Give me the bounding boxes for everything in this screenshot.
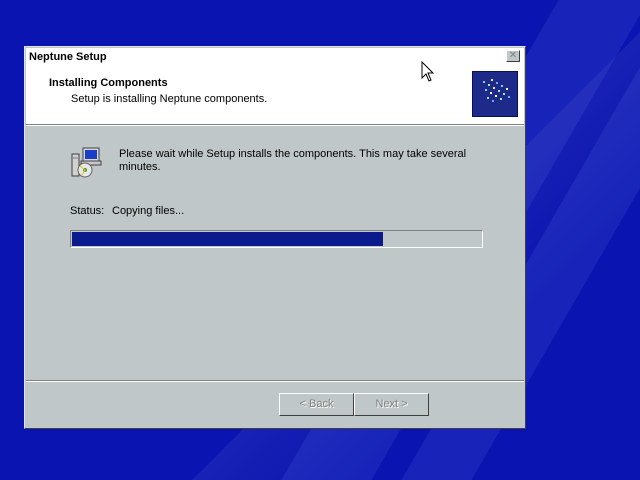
neptune-logo-icon — [472, 71, 518, 117]
instruction-text: Please wait while Setup installs the com… — [119, 148, 467, 173]
logo-dot — [490, 92, 492, 94]
status-value: Copying files... — [112, 205, 185, 217]
logo-dot — [492, 100, 494, 102]
close-icon: ✕ — [508, 50, 518, 61]
logo-dot — [485, 89, 487, 91]
logo-dot — [483, 81, 485, 83]
progress-bar — [70, 230, 483, 248]
logo-dot — [501, 85, 503, 87]
logo-dot — [508, 96, 510, 98]
wizard-header: Installing Components Setup is installin… — [26, 66, 524, 125]
logo-dot — [496, 82, 498, 84]
setup-window: Neptune Setup ✕ Installing Components Se… — [24, 46, 526, 429]
next-button[interactable]: Next > — [354, 393, 429, 416]
logo-dot — [487, 97, 489, 99]
computer-with-cd-icon — [69, 146, 103, 180]
page-subtitle: Setup is installing Neptune components. — [71, 93, 268, 105]
logo-dot — [503, 93, 505, 95]
status-label: Status: — [70, 205, 105, 217]
page-title: Installing Components — [49, 77, 168, 89]
logo-dot — [491, 79, 493, 81]
logo-dot — [506, 88, 508, 90]
mouse-pointer-icon — [421, 60, 435, 83]
logo-dot — [488, 84, 490, 86]
logo-dot — [495, 95, 497, 97]
logo-dot — [500, 98, 502, 100]
header-divider — [26, 125, 524, 126]
title-bar[interactable]: Neptune Setup ✕ — [26, 48, 524, 66]
close-button[interactable]: ✕ — [506, 50, 520, 62]
back-button[interactable]: < Back — [279, 393, 354, 416]
footer-divider — [26, 380, 524, 382]
progress-fill — [72, 232, 383, 246]
logo-dot — [498, 90, 500, 92]
logo-dot — [493, 87, 495, 89]
window-title: Neptune Setup — [29, 51, 107, 63]
